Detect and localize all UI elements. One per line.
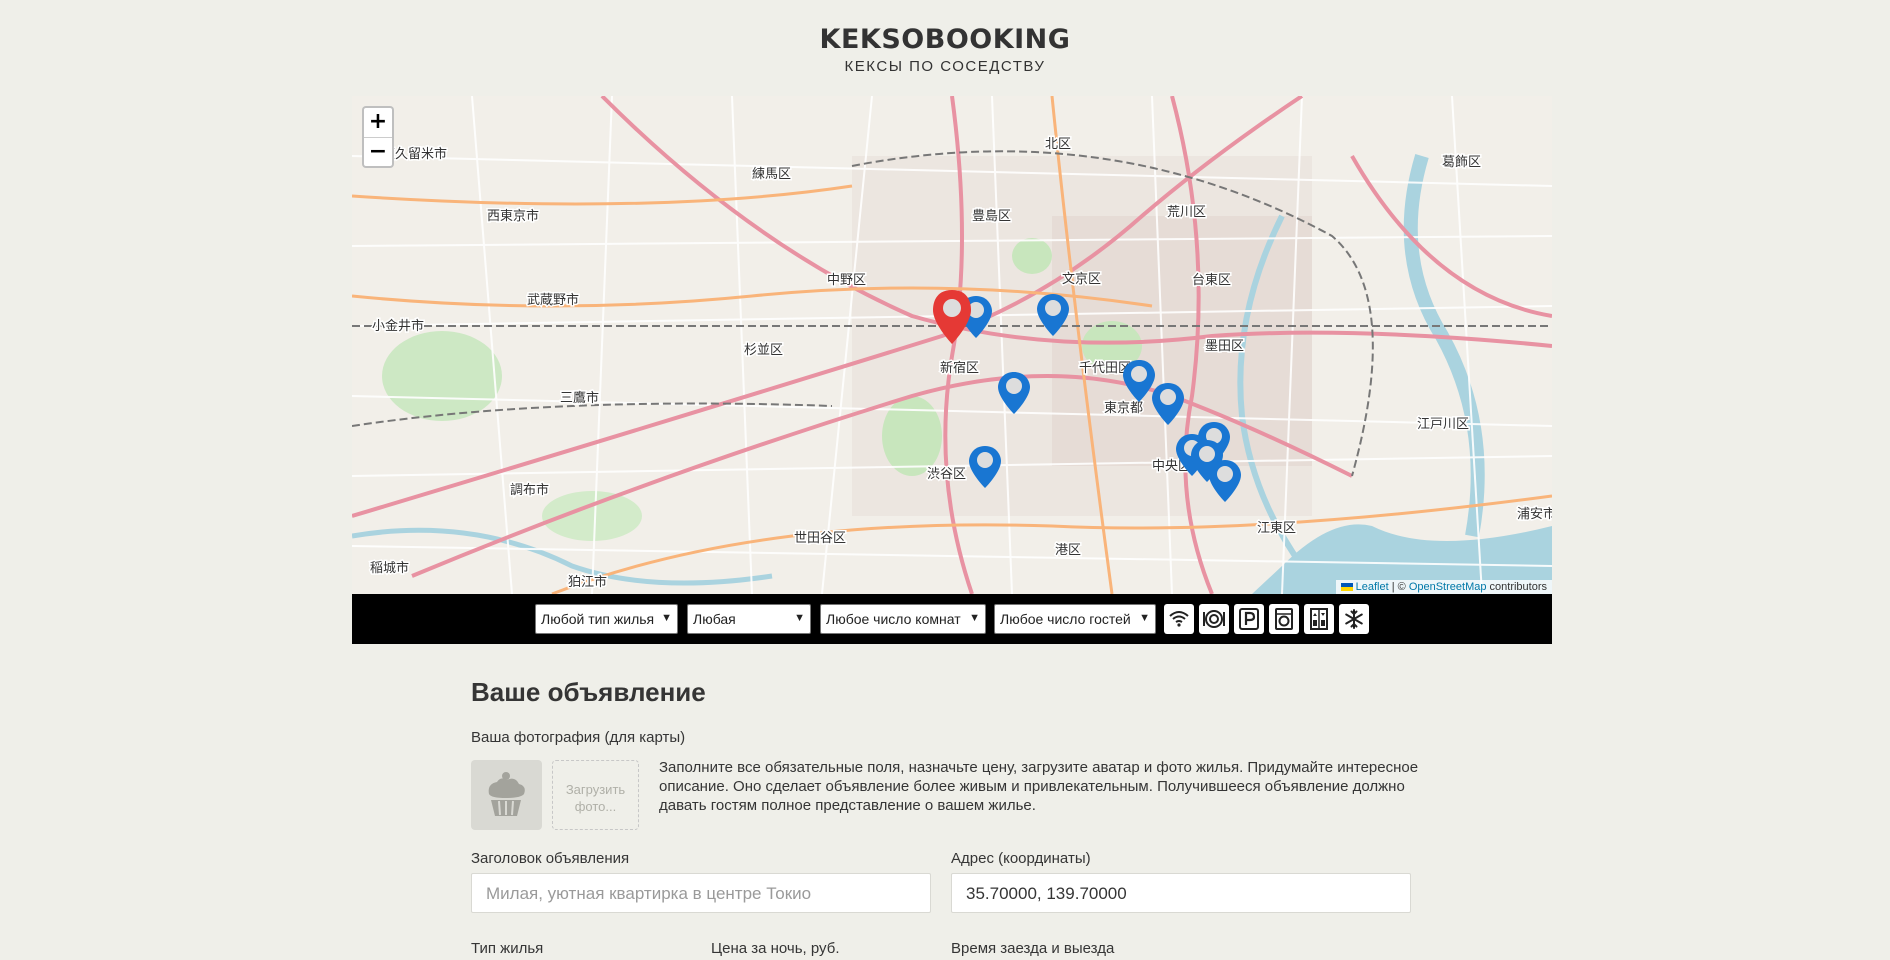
timein-timeout-label: Время заезда и выезда bbox=[951, 940, 1115, 957]
ukraine-flag-icon bbox=[1340, 583, 1353, 591]
avatar-upload[interactable]: Загрузить фото... bbox=[552, 760, 639, 830]
guests-select[interactable]: Любое число гостей ▼ bbox=[994, 604, 1156, 634]
place-label: 江東区 bbox=[1257, 520, 1296, 536]
wifi-icon bbox=[1169, 611, 1189, 627]
place-label: 西東京市 bbox=[487, 208, 539, 224]
price-label: Цена за ночь, руб. bbox=[711, 940, 840, 957]
map[interactable]: 東久留米市 練馬区 北区 荒川区 葛飾区 西東京市 豊島区 文京区 台東区 武蔵… bbox=[352, 96, 1552, 594]
place-label: 稲城市 bbox=[370, 560, 409, 576]
map-filters: Любой тип жилья ▼ Любая ▼ Любое число ко… bbox=[352, 594, 1552, 644]
place-label: 武蔵野市 bbox=[527, 292, 579, 308]
place-label: 墨田区 bbox=[1205, 339, 1244, 354]
place-label: 台東区 bbox=[1192, 272, 1231, 288]
attribution-separator: | © bbox=[1388, 581, 1409, 593]
address-input[interactable]: 35.70000, 139.70000 bbox=[951, 873, 1411, 913]
feature-elevator-checkbox[interactable] bbox=[1304, 604, 1334, 634]
place-label: 世田谷区 bbox=[794, 531, 846, 546]
title-input[interactable]: Милая, уютная квартирка в центре Токио bbox=[471, 873, 931, 913]
rooms-value: Любое число комнат bbox=[826, 611, 961, 627]
attribution-suffix: contributors bbox=[1486, 581, 1547, 593]
place-label: 江戸川区 bbox=[1417, 417, 1469, 432]
header: KEKSOBOOKING КЕКСЫ ПО СОСЕДСТВУ bbox=[0, 0, 1890, 96]
feature-washer-checkbox[interactable] bbox=[1269, 604, 1299, 634]
chevron-down-icon: ▼ bbox=[794, 612, 805, 624]
place-label: 東京都 bbox=[1104, 400, 1143, 416]
place-label: 港区 bbox=[1055, 543, 1081, 558]
feature-wifi-checkbox[interactable] bbox=[1164, 604, 1194, 634]
type-label: Тип жилья bbox=[471, 940, 544, 957]
place-label: 浦安市 bbox=[1517, 506, 1552, 522]
leaflet-link[interactable]: Leaflet bbox=[1356, 581, 1389, 593]
map-attribution: Leaflet | © OpenStreetMap contributors bbox=[1335, 580, 1552, 594]
avatar-preview bbox=[471, 760, 542, 830]
washer-icon bbox=[1275, 608, 1293, 630]
zoom-control: + − bbox=[362, 106, 394, 168]
place-label: 渋谷区 bbox=[927, 467, 966, 482]
logo-subtitle: КЕКСЫ ПО СОСЕДСТВУ bbox=[844, 58, 1046, 75]
feature-parking-checkbox[interactable] bbox=[1234, 604, 1264, 634]
feature-dishwasher-checkbox[interactable] bbox=[1199, 604, 1229, 634]
place-label: 狛江市 bbox=[568, 574, 607, 590]
title-label: Заголовок объявления bbox=[471, 850, 630, 867]
chevron-down-icon: ▼ bbox=[661, 612, 672, 624]
chevron-down-icon: ▼ bbox=[1139, 612, 1150, 624]
place-label: 杉並区 bbox=[744, 343, 783, 358]
housing-type-value: Любой тип жилья bbox=[541, 611, 655, 627]
osm-link[interactable]: OpenStreetMap bbox=[1409, 581, 1487, 593]
chevron-down-icon: ▼ bbox=[969, 612, 980, 624]
place-label: 豊島区 bbox=[972, 209, 1011, 224]
form-hint: Заполните все обязательные поля, назначь… bbox=[659, 759, 1419, 814]
map-tiles[interactable]: 東久留米市 練馬区 北区 荒川区 葛飾区 西東京市 豊島区 文京区 台東区 武蔵… bbox=[352, 96, 1552, 594]
place-label: 葛飾区 bbox=[1442, 155, 1481, 170]
parking-icon bbox=[1239, 608, 1259, 630]
price-select[interactable]: Любая ▼ bbox=[687, 604, 811, 634]
place-label: 北区 bbox=[1045, 137, 1071, 152]
elevator-icon bbox=[1310, 608, 1328, 630]
place-label: 三鷹市 bbox=[560, 390, 599, 406]
conditioner-icon bbox=[1345, 609, 1363, 629]
place-label: 調布市 bbox=[510, 482, 549, 498]
place-label: 荒川区 bbox=[1167, 205, 1206, 220]
place-label: 中野区 bbox=[827, 273, 866, 288]
address-label: Адрес (координаты) bbox=[951, 850, 1091, 867]
guests-value: Любое число гостей bbox=[1000, 611, 1131, 627]
place-label: 小金井市 bbox=[372, 318, 424, 334]
zoom-out-button[interactable]: − bbox=[364, 137, 392, 166]
place-label: 練馬区 bbox=[752, 167, 791, 182]
form-title: Ваше объявление bbox=[471, 677, 706, 707]
dishwasher-icon bbox=[1203, 610, 1225, 628]
place-label: 新宿区 bbox=[940, 360, 979, 376]
price-value: Любая bbox=[693, 611, 736, 627]
place-label: 文京区 bbox=[1062, 272, 1101, 287]
zoom-in-button[interactable]: + bbox=[364, 108, 392, 137]
rooms-select[interactable]: Любое число комнат ▼ bbox=[820, 604, 986, 634]
avatar-label: Ваша фотография (для карты) bbox=[471, 729, 686, 746]
logo-title: KEKSOBOOKING bbox=[819, 24, 1071, 55]
muffin-icon bbox=[488, 772, 525, 816]
housing-type-select[interactable]: Любой тип жилья ▼ bbox=[535, 604, 678, 634]
feature-conditioner-checkbox[interactable] bbox=[1339, 604, 1369, 634]
